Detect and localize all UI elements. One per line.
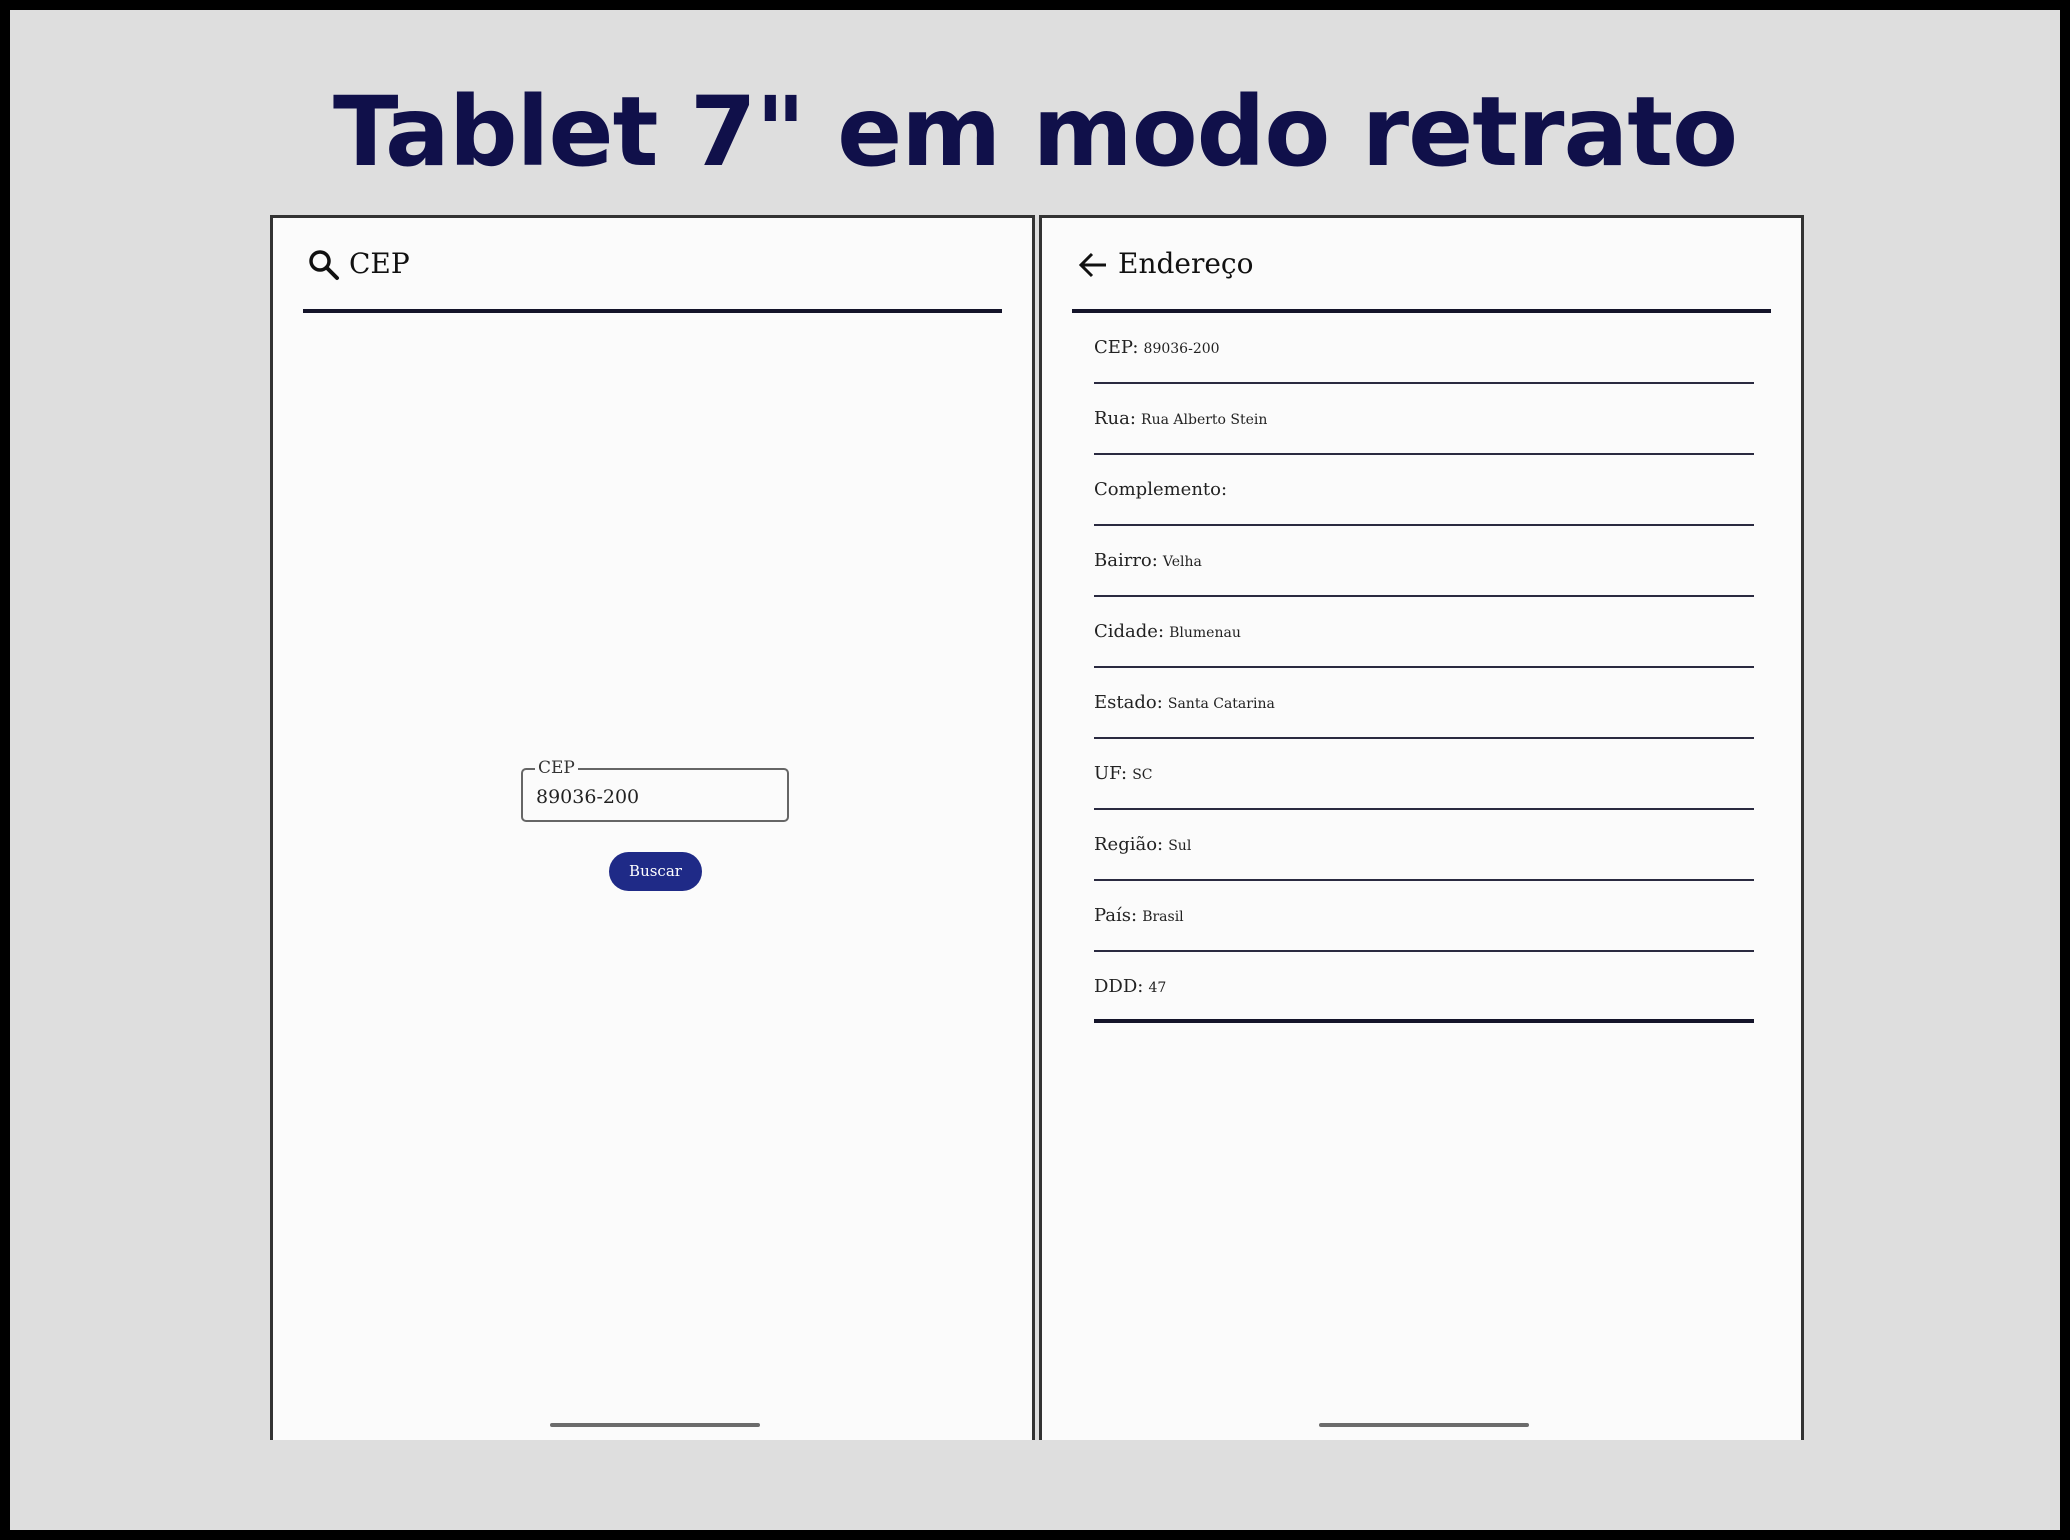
cep-input[interactable] bbox=[536, 785, 776, 809]
address-row-cep: CEP: 89036-200 bbox=[1094, 313, 1754, 384]
search-button[interactable]: Buscar bbox=[609, 852, 702, 891]
row-value: 47 bbox=[1148, 980, 1167, 996]
row-label: Bairro: bbox=[1094, 550, 1158, 571]
slide: Tablet 7" em modo retrato CEP CEP Buscar… bbox=[10, 10, 2060, 1530]
address-row-rua: Rua: Rua Alberto Stein bbox=[1094, 384, 1754, 455]
address-list: CEP: 89036-200 Rua: Rua Alberto Stein Co… bbox=[1094, 313, 1754, 1023]
cep-search-screen: CEP CEP Buscar bbox=[270, 215, 1035, 1440]
row-label: CEP: bbox=[1094, 337, 1139, 358]
address-row-cidade: Cidade: Blumenau bbox=[1094, 597, 1754, 668]
search-icon[interactable] bbox=[307, 248, 341, 282]
app-bar-title: Endereço bbox=[1118, 247, 1254, 280]
address-row-estado: Estado: Santa Catarina bbox=[1094, 668, 1754, 739]
cep-field[interactable]: CEP bbox=[521, 759, 789, 822]
arrow-left-icon[interactable] bbox=[1076, 248, 1110, 282]
row-label: País: bbox=[1094, 905, 1138, 926]
row-label: Cidade: bbox=[1094, 621, 1165, 642]
app-bar-title: CEP bbox=[349, 247, 410, 280]
home-indicator[interactable] bbox=[550, 1423, 760, 1427]
home-indicator[interactable] bbox=[1319, 1423, 1529, 1427]
row-label: Região: bbox=[1094, 834, 1164, 855]
row-value: Blumenau bbox=[1169, 625, 1241, 641]
cep-field-label: CEP bbox=[535, 759, 578, 777]
address-row-bairro: Bairro: Velha bbox=[1094, 526, 1754, 597]
row-value: Santa Catarina bbox=[1167, 696, 1275, 712]
row-label: UF: bbox=[1094, 763, 1128, 784]
row-label: Complemento: bbox=[1094, 479, 1228, 500]
address-row-uf: UF: SC bbox=[1094, 739, 1754, 810]
address-screen: Endereço CEP: 89036-200 Rua: Rua Alberto… bbox=[1039, 215, 1804, 1440]
row-value: SC bbox=[1132, 767, 1153, 783]
address-row-ddd: DDD: 47 bbox=[1094, 952, 1754, 1023]
app-bar: CEP bbox=[303, 218, 1002, 313]
row-value: Rua Alberto Stein bbox=[1141, 412, 1268, 428]
row-value: Sul bbox=[1168, 838, 1192, 854]
address-row-complemento: Complemento: bbox=[1094, 455, 1754, 526]
slide-title: Tablet 7" em modo retrato bbox=[332, 76, 1738, 188]
row-label: Rua: bbox=[1094, 408, 1136, 429]
row-value: Velha bbox=[1162, 554, 1202, 570]
row-value: 89036-200 bbox=[1143, 341, 1220, 357]
row-label: Estado: bbox=[1094, 692, 1163, 713]
address-row-pais: País: Brasil bbox=[1094, 881, 1754, 952]
row-value: Brasil bbox=[1142, 909, 1184, 925]
row-label: DDD: bbox=[1094, 976, 1144, 997]
app-bar: Endereço bbox=[1072, 218, 1771, 313]
address-row-regiao: Região: Sul bbox=[1094, 810, 1754, 881]
